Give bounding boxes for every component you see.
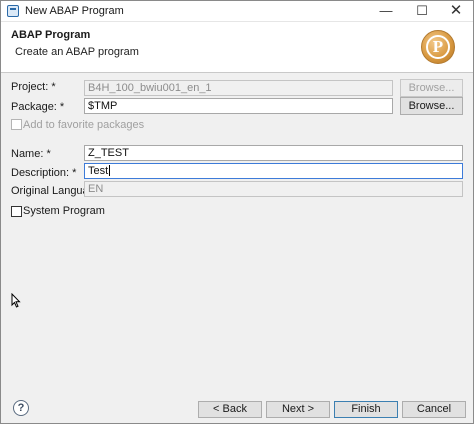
wizard-title: ABAP Program: [11, 29, 91, 41]
favorite-packages-label: Add to favorite packages: [23, 119, 145, 131]
package-browse-button[interactable]: Browse...: [400, 97, 463, 115]
description-field[interactable]: Test: [84, 163, 463, 179]
mouse-cursor-icon: [11, 293, 21, 308]
abap-program-banner-icon: P: [421, 30, 455, 64]
name-field[interactable]: Z_TEST: [84, 145, 463, 161]
next-button[interactable]: Next >: [266, 401, 330, 418]
close-button[interactable]: ✕: [439, 1, 473, 21]
wizard-header: ABAP Program Create an ABAP program P: [1, 22, 473, 73]
description-value: Test: [88, 165, 109, 177]
title-bar[interactable]: New ABAP Program — ☐ ✕: [1, 1, 473, 22]
back-button[interactable]: < Back: [198, 401, 262, 418]
name-label: Name: *: [11, 148, 51, 160]
minimize-button[interactable]: —: [369, 1, 403, 21]
window-app-icon: [7, 5, 19, 17]
wizard-subtitle: Create an ABAP program: [15, 46, 139, 58]
text-caret: [109, 165, 111, 176]
favorite-packages-checkbox: [11, 119, 22, 130]
system-program-label[interactable]: System Program: [23, 205, 105, 217]
original-language-field: EN: [84, 181, 463, 197]
window-title: New ABAP Program: [25, 5, 124, 17]
project-field: B4H_100_bwiu001_en_1: [84, 80, 393, 96]
finish-button[interactable]: Finish: [334, 401, 398, 418]
help-icon[interactable]: ?: [13, 400, 29, 416]
project-label: Project: *: [11, 81, 56, 93]
new-abap-program-dialog: New ABAP Program — ☐ ✕ ABAP Program Crea…: [0, 0, 474, 424]
maximize-button[interactable]: ☐: [405, 1, 439, 21]
package-label: Package: *: [11, 101, 65, 113]
cancel-button[interactable]: Cancel: [402, 401, 466, 418]
description-label: Description: *: [11, 167, 77, 179]
system-program-checkbox[interactable]: [11, 206, 22, 217]
package-field[interactable]: $TMP: [84, 98, 393, 114]
project-browse-button: Browse...: [400, 79, 463, 97]
